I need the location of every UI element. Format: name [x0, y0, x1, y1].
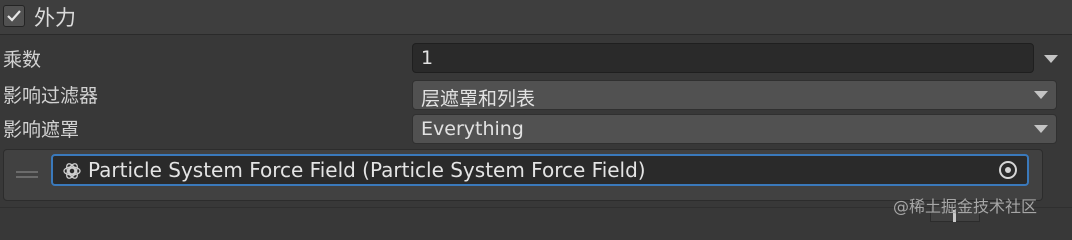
watermark: @稀土掘金技术社区: [893, 197, 1038, 216]
force-field-list: Particle System Force Field (Particle Sy…: [3, 149, 1043, 201]
force-field-object-value: Particle System Force Field (Particle Sy…: [88, 158, 646, 182]
multiplier-label: 乘数: [3, 49, 42, 71]
module-title: 外力: [34, 6, 76, 30]
multiplier-curve-dropdown-icon[interactable]: [1044, 55, 1058, 63]
module-header: 外力: [0, 0, 1072, 34]
influence-mask-value: Everything: [421, 118, 524, 140]
influence-filter-label: 影响过滤器: [3, 85, 99, 107]
influence-mask-dropdown[interactable]: Everything: [412, 114, 1057, 144]
header-divider: [0, 34, 1072, 35]
multiplier-field[interactable]: 1: [412, 43, 1034, 73]
particle-force-field-icon: [63, 163, 81, 179]
influence-mask-label: 影响遮罩: [3, 119, 80, 141]
module-enabled-checkbox[interactable]: [3, 5, 25, 27]
influence-filter-dropdown[interactable]: 层遮罩和列表: [412, 80, 1057, 110]
chevron-down-icon: [1034, 125, 1048, 133]
checkmark-icon: [7, 10, 21, 22]
object-picker-icon[interactable]: [998, 160, 1018, 180]
drag-handle-icon[interactable]: [16, 171, 38, 180]
influence-filter-value: 层遮罩和列表: [421, 88, 536, 110]
force-field-object-field[interactable]: Particle System Force Field (Particle Sy…: [51, 154, 1029, 186]
multiplier-value: 1: [421, 47, 434, 69]
chevron-down-icon: [1034, 91, 1048, 99]
